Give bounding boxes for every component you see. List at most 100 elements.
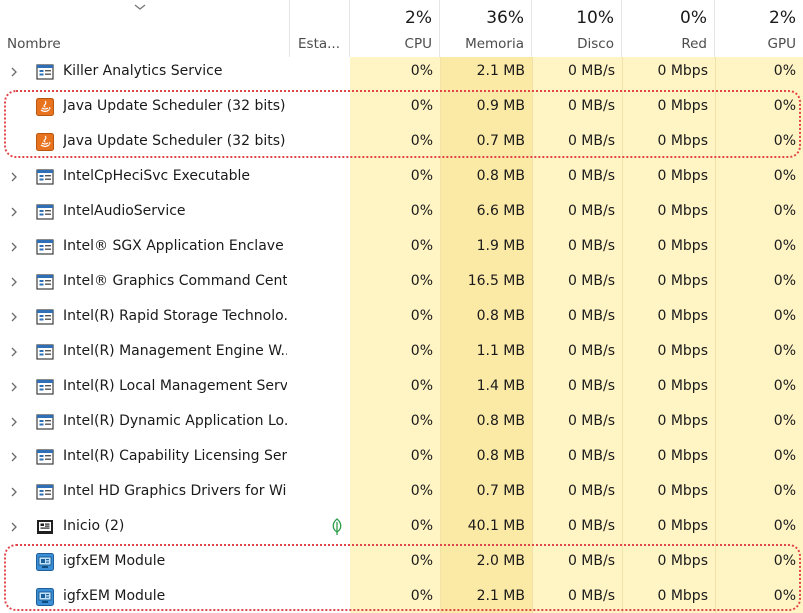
table-row[interactable]: Intel(R) Local Management Serv... 0% 1.4… <box>0 369 803 404</box>
cpu-value: 0% <box>410 378 433 394</box>
disk-total-percent: 10% <box>576 8 614 28</box>
gpu-value: 0% <box>773 553 796 569</box>
process-name: Intel(R) Local Management Serv... <box>63 378 287 394</box>
java-icon <box>36 98 54 116</box>
memory-total-percent: 36% <box>486 8 524 28</box>
network-value: 0 Mbps <box>657 308 708 324</box>
process-name: Intel(R) Rapid Storage Technolo... <box>63 308 287 324</box>
chevron-right-icon[interactable] <box>9 276 19 288</box>
chevron-right-icon[interactable] <box>9 451 19 463</box>
table-row[interactable]: IntelAudioService 0% 6.6 MB 0 MB/s 0 Mbp… <box>0 194 803 229</box>
igfx-module-icon <box>36 588 54 606</box>
service-window-icon <box>36 309 54 325</box>
column-header-cpu[interactable]: 2% CPU <box>350 0 440 57</box>
network-value: 0 Mbps <box>657 448 708 464</box>
gpu-value: 0% <box>773 203 796 219</box>
table-row[interactable]: Java Update Scheduler (32 bits) 0% 0.9 M… <box>0 89 803 124</box>
chevron-right-icon[interactable] <box>9 486 19 498</box>
cpu-column-label: CPU <box>404 36 432 52</box>
table-row[interactable]: Java Update Scheduler (32 bits) 0% 0.7 M… <box>0 124 803 159</box>
column-header-status[interactable]: Esta... <box>290 0 350 57</box>
memory-column-label: Memoria <box>465 36 524 52</box>
igfx-module-icon <box>36 553 54 571</box>
table-row[interactable]: igfxEM Module 0% 2.1 MB 0 MB/s 0 Mbps 0% <box>0 579 803 613</box>
network-value: 0 Mbps <box>657 553 708 569</box>
network-value: 0 Mbps <box>657 413 708 429</box>
gpu-value: 0% <box>773 413 796 429</box>
network-column-label: Red <box>681 36 707 52</box>
chevron-right-icon[interactable] <box>9 171 19 183</box>
column-header-gpu[interactable]: 2% GPU <box>715 0 803 57</box>
network-value: 0 Mbps <box>657 168 708 184</box>
column-header-network[interactable]: 0% Red <box>622 0 715 57</box>
table-row[interactable]: Intel(R) Capability Licensing Ser... 0% … <box>0 439 803 474</box>
memory-value: 2.1 MB <box>476 588 525 604</box>
gpu-value: 0% <box>773 588 796 604</box>
gpu-value: 0% <box>773 238 796 254</box>
cpu-value: 0% <box>410 308 433 324</box>
table-row[interactable]: Intel® Graphics Command Cent... 0% 16.5 … <box>0 264 803 299</box>
efficiency-leaf-icon <box>332 518 342 535</box>
table-row[interactable]: Intel(R) Management Engine W... 0% 1.1 M… <box>0 334 803 369</box>
network-value: 0 Mbps <box>657 238 708 254</box>
chevron-right-icon[interactable] <box>9 66 19 78</box>
disk-value: 0 MB/s <box>567 483 615 499</box>
process-name: IntelAudioService <box>63 203 186 219</box>
chevron-right-icon[interactable] <box>9 241 19 253</box>
cpu-value: 0% <box>410 448 433 464</box>
column-header-name[interactable]: Nombre <box>0 0 290 57</box>
chevron-right-icon[interactable] <box>9 311 19 323</box>
disk-value: 0 MB/s <box>567 413 615 429</box>
service-window-icon <box>36 239 54 255</box>
disk-value: 0 MB/s <box>567 588 615 604</box>
table-row[interactable]: Intel® SGX Application Enclave ... 0% 1.… <box>0 229 803 264</box>
process-name: Java Update Scheduler (32 bits) <box>63 133 286 149</box>
gpu-value: 0% <box>773 518 796 534</box>
memory-value: 0.7 MB <box>476 133 525 149</box>
chevron-right-icon[interactable] <box>9 416 19 428</box>
table-row[interactable]: Intel(R) Dynamic Application Lo... 0% 0.… <box>0 404 803 439</box>
disk-value: 0 MB/s <box>567 308 615 324</box>
process-name: Intel(R) Capability Licensing Ser... <box>63 448 287 464</box>
gpu-column-label: GPU <box>767 36 796 52</box>
cpu-value: 0% <box>410 273 433 289</box>
gpu-value: 0% <box>773 63 796 79</box>
table-row[interactable]: Killer Analytics Service 0% 2.1 MB 0 MB/… <box>0 54 803 89</box>
gpu-value: 0% <box>773 483 796 499</box>
disk-value: 0 MB/s <box>567 98 615 114</box>
network-value: 0 Mbps <box>657 63 708 79</box>
cpu-value: 0% <box>410 168 433 184</box>
service-window-icon <box>36 169 54 185</box>
memory-value: 0.8 MB <box>476 308 525 324</box>
process-name: Killer Analytics Service <box>63 63 223 79</box>
table-row[interactable]: IntelCpHeciSvc Executable 0% 0.8 MB 0 MB… <box>0 159 803 194</box>
cpu-value: 0% <box>410 203 433 219</box>
table-row[interactable]: Inicio (2) 0% 40.1 MB 0 MB/s 0 Mbps 0% <box>0 509 803 544</box>
network-value: 0 Mbps <box>657 203 708 219</box>
gpu-value: 0% <box>773 378 796 394</box>
table-row[interactable]: Intel(R) Rapid Storage Technolo... 0% 0.… <box>0 299 803 334</box>
status-cell <box>290 509 350 544</box>
cpu-value: 0% <box>410 588 433 604</box>
disk-value: 0 MB/s <box>567 168 615 184</box>
memory-value: 2.1 MB <box>476 63 525 79</box>
chevron-right-icon[interactable] <box>9 206 19 218</box>
process-name: Intel(R) Dynamic Application Lo... <box>63 413 287 429</box>
cpu-value: 0% <box>410 63 433 79</box>
java-icon <box>36 133 54 151</box>
column-header-memory[interactable]: 36% Memoria <box>440 0 532 57</box>
gpu-value: 0% <box>773 308 796 324</box>
service-window-icon <box>36 64 54 80</box>
task-manager-processes: Nombre Esta... 2% CPU 36% Memoria 10% Di… <box>0 0 803 613</box>
memory-value: 40.1 MB <box>467 518 525 534</box>
network-total-percent: 0% <box>680 8 707 28</box>
table-row[interactable]: Intel HD Graphics Drivers for Wi... 0% 0… <box>0 474 803 509</box>
disk-value: 0 MB/s <box>567 553 615 569</box>
chevron-right-icon[interactable] <box>9 381 19 393</box>
column-header-disk[interactable]: 10% Disco <box>532 0 622 57</box>
sort-chevron-down-icon[interactable] <box>133 2 147 12</box>
process-name: IntelCpHeciSvc Executable <box>63 168 251 184</box>
chevron-right-icon[interactable] <box>9 346 19 358</box>
chevron-right-icon[interactable] <box>9 521 19 533</box>
table-row[interactable]: igfxEM Module 0% 2.0 MB 0 MB/s 0 Mbps 0% <box>0 544 803 579</box>
